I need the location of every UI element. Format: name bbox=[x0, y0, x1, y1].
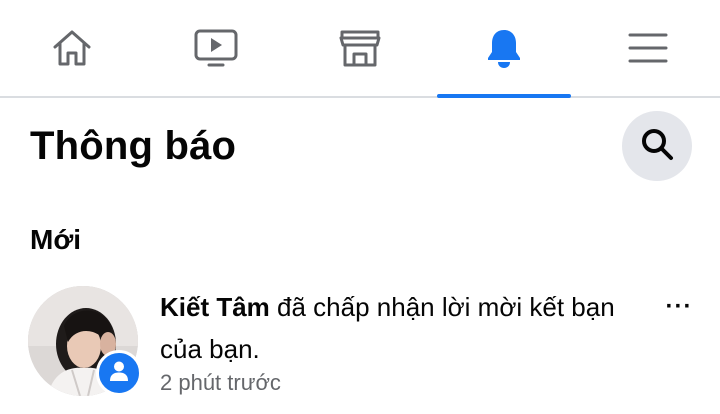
top-navigation-bar bbox=[0, 0, 720, 98]
more-options-button[interactable]: ··· bbox=[658, 292, 700, 322]
more-horizontal-icon: ··· bbox=[665, 293, 693, 320]
notification-sender-name: Kiết Tâm bbox=[160, 292, 270, 322]
tab-marketplace[interactable] bbox=[293, 0, 427, 96]
bell-icon bbox=[484, 26, 524, 70]
tab-notifications[interactable] bbox=[437, 0, 571, 98]
tab-watch[interactable] bbox=[149, 0, 283, 96]
notification-text: Kiết Tâm đã chấp nhận lời mời kết bạn củ… bbox=[160, 286, 630, 370]
tab-menu[interactable] bbox=[581, 0, 715, 96]
tab-home[interactable] bbox=[5, 0, 139, 96]
search-icon bbox=[639, 126, 675, 167]
marketplace-icon bbox=[337, 26, 383, 70]
search-button[interactable] bbox=[622, 111, 692, 181]
menu-icon bbox=[627, 28, 669, 68]
notification-timestamp: 2 phút trước bbox=[160, 370, 281, 395]
friend-request-badge bbox=[96, 350, 142, 396]
video-icon bbox=[193, 26, 239, 70]
home-icon bbox=[50, 26, 94, 70]
person-icon bbox=[108, 360, 130, 387]
page-title: Thông báo bbox=[30, 124, 237, 168]
section-heading-new: Mới bbox=[30, 224, 82, 255]
notification-item[interactable]: Kiết Tâm đã chấp nhận lời mời kết bạn củ… bbox=[0, 282, 720, 414]
